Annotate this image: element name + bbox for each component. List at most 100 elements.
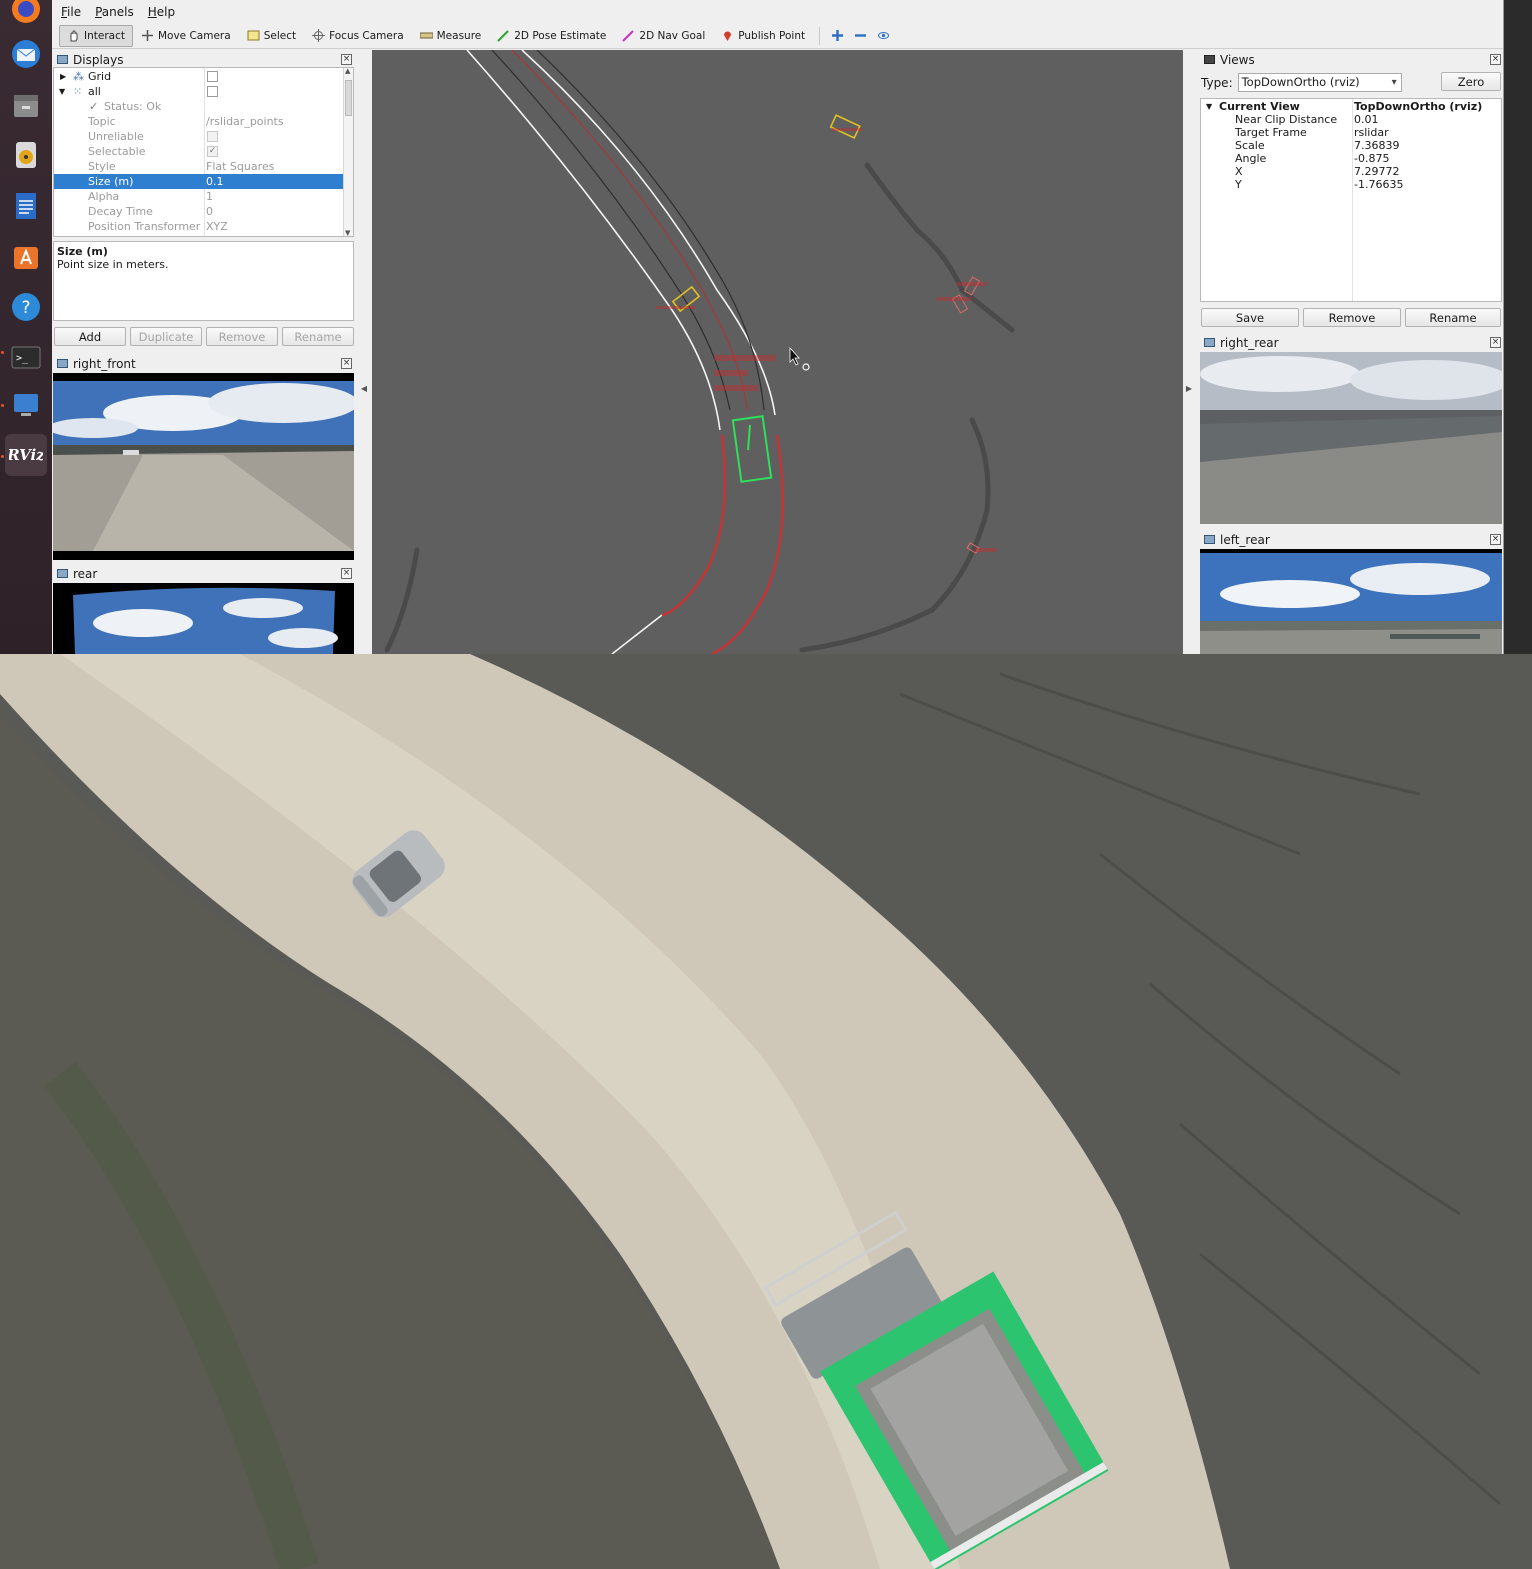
description-text: Point size in meters. <box>57 258 169 271</box>
menu-help[interactable]: Help <box>142 2 181 23</box>
y-label: Y <box>1235 178 1242 191</box>
all-checkbox[interactable] <box>207 86 218 97</box>
close-icon[interactable]: × <box>341 54 352 65</box>
angle-row[interactable]: Angle -0.875 <box>1201 152 1501 165</box>
close-icon[interactable]: × <box>1490 337 1501 348</box>
left-splitter-handle[interactable]: ◀ <box>358 384 370 393</box>
select-tool[interactable]: Select <box>239 25 304 47</box>
right-rear-camera-view <box>1200 352 1502 524</box>
y-value[interactable]: -1.76635 <box>1354 178 1403 191</box>
tree-row-all[interactable]: ▼ ⁙ all <box>54 84 344 99</box>
help-icon[interactable]: ? <box>5 286 47 328</box>
angle-value[interactable]: -0.875 <box>1354 152 1389 165</box>
y-row[interactable]: Y -1.76635 <box>1201 178 1501 191</box>
close-icon[interactable]: × <box>1490 534 1501 545</box>
scrollbar-thumb[interactable] <box>345 80 352 116</box>
rhythmbox-icon[interactable] <box>5 134 47 176</box>
tree-row-status[interactable]: ✓ Status: Ok <box>54 99 344 114</box>
views-panel-title: Views <box>1200 51 1502 68</box>
collapse-arrow-icon[interactable]: ▼ <box>1206 100 1212 113</box>
collapse-arrow-icon[interactable]: ▼ <box>59 84 65 99</box>
menubar: File Panels Help <box>52 2 1503 23</box>
rviz-3d-viewport[interactable] <box>372 50 1183 654</box>
close-icon[interactable]: × <box>341 358 352 369</box>
position-transformer-value[interactable]: XYZ <box>206 219 228 234</box>
view-type-select[interactable]: TopDownOrtho (rviz) <box>1237 73 1402 92</box>
rear-camera-view <box>53 583 354 654</box>
software-icon[interactable] <box>5 236 47 278</box>
target-frame-value[interactable]: rslidar <box>1354 126 1389 139</box>
selectable-checkbox[interactable]: ✓ <box>207 146 218 157</box>
remove-view-button[interactable]: Remove <box>1303 308 1401 327</box>
grid-checkbox[interactable] <box>207 71 218 82</box>
zero-button[interactable]: Zero <box>1441 72 1501 91</box>
tree-row-selectable[interactable]: Selectable ✓ <box>54 144 344 159</box>
menu-file[interactable]: File <box>55 2 87 23</box>
x-label: X <box>1235 165 1243 178</box>
camera-type-button[interactable] <box>872 25 895 47</box>
add-button[interactable]: Add <box>54 327 126 346</box>
tree-row-topic[interactable]: Topic /rslidar_points <box>54 114 344 129</box>
measure-tool[interactable]: Measure <box>412 25 490 47</box>
expand-arrow-icon[interactable]: ▶ <box>60 69 66 84</box>
tree-row-size[interactable]: Size (m) 0.1 <box>54 174 344 189</box>
remove-button[interactable]: Remove <box>206 327 278 346</box>
interact-tool[interactable]: Interact <box>59 24 133 47</box>
current-view-row[interactable]: ▼ Current View TopDownOrtho (rviz) <box>1201 100 1501 113</box>
near-clip-row[interactable]: Near Clip Distance 0.01 <box>1201 113 1501 126</box>
size-value[interactable]: 0.1 <box>206 174 224 189</box>
tree-row-alpha[interactable]: Alpha 1 <box>54 189 344 204</box>
move-camera-tool[interactable]: Move Camera <box>133 25 239 47</box>
close-icon[interactable]: × <box>341 568 352 579</box>
views-tree: ▼ Current View TopDownOrtho (rviz) Near … <box>1200 98 1502 302</box>
target-frame-row[interactable]: Target Frame rslidar <box>1201 126 1501 139</box>
menu-panels[interactable]: Panels <box>89 2 140 23</box>
running-indicator <box>1 404 4 407</box>
right-splitter-handle[interactable]: ▶ <box>1183 384 1195 393</box>
rename-view-button[interactable]: Rename <box>1405 308 1501 327</box>
left-rear-title: left_rear <box>1220 532 1270 547</box>
displays-scrollbar[interactable]: ▲ ▼ <box>343 68 353 236</box>
topic-value[interactable]: /rslidar_points <box>206 114 284 129</box>
tree-row-decay-time[interactable]: Decay Time 0 <box>54 204 344 219</box>
add-tool-button[interactable] <box>826 25 849 47</box>
files-icon[interactable] <box>5 84 47 126</box>
tree-row-position-transformer[interactable]: Position Transformer XYZ <box>54 219 344 234</box>
scroll-up-icon[interactable]: ▲ <box>345 68 350 75</box>
near-clip-value[interactable]: 0.01 <box>1354 113 1379 126</box>
x-row[interactable]: X 7.29772 <box>1201 165 1501 178</box>
firefox-icon[interactable] <box>5 0 47 30</box>
unreliable-checkbox[interactable] <box>207 131 218 142</box>
scale-row[interactable]: Scale 7.36839 <box>1201 139 1501 152</box>
rviz-icon[interactable]: RViz <box>5 434 47 476</box>
near-clip-label: Near Clip Distance <box>1235 113 1338 126</box>
tree-row-style[interactable]: Style Flat Squares <box>54 159 344 174</box>
save-view-button[interactable]: Save <box>1201 308 1299 327</box>
tree-row-unreliable[interactable]: Unreliable <box>54 129 344 144</box>
rename-button[interactable]: Rename <box>282 327 354 346</box>
alpha-value[interactable]: 1 <box>206 189 213 204</box>
camera-panel-icon <box>57 569 68 578</box>
decay-time-value[interactable]: 0 <box>206 204 213 219</box>
x-value[interactable]: 7.29772 <box>1354 165 1400 178</box>
writer-icon[interactable] <box>5 185 47 227</box>
style-value[interactable]: Flat Squares <box>206 159 274 174</box>
topic-label: Topic <box>88 115 116 128</box>
style-label: Style <box>88 160 116 173</box>
tree-row-grid[interactable]: ▶ ⁂ Grid <box>54 69 344 84</box>
close-icon[interactable]: × <box>1490 54 1501 65</box>
pose-estimate-tool[interactable]: 2D Pose Estimate <box>489 25 614 47</box>
right-rear-title: right_rear <box>1220 335 1279 350</box>
scale-value[interactable]: 7.36839 <box>1354 139 1400 152</box>
running-indicator <box>1 455 4 458</box>
duplicate-button[interactable]: Duplicate <box>130 327 202 346</box>
measure-label: Measure <box>436 29 482 42</box>
nav-goal-tool[interactable]: 2D Nav Goal <box>614 25 713 47</box>
publish-point-tool[interactable]: Publish Point <box>713 25 813 47</box>
focus-camera-tool[interactable]: Focus Camera <box>304 25 412 47</box>
terminal-icon[interactable]: >_ <box>5 336 47 378</box>
remove-tool-button[interactable] <box>849 25 872 47</box>
thunderbird-icon[interactable] <box>5 33 47 75</box>
remote-icon[interactable] <box>5 384 47 426</box>
scroll-down-icon[interactable]: ▼ <box>345 229 350 236</box>
